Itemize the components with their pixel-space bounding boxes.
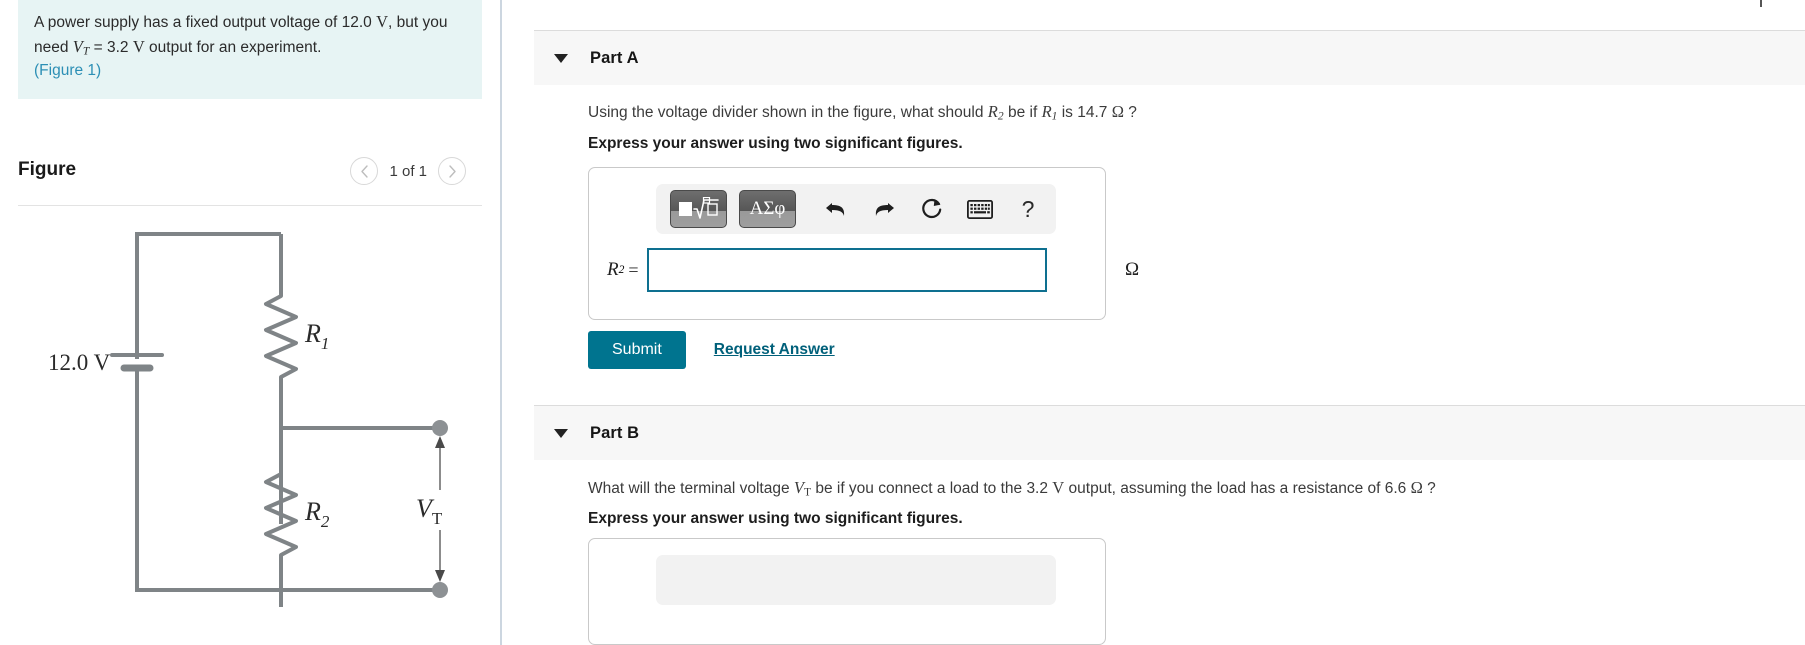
qa-text-4: ?: [1123, 104, 1137, 121]
part-a-header[interactable]: Part A: [534, 30, 1805, 85]
part-a-answer-card: ΑΣφ ? R 2 = Ω: [588, 167, 1139, 320]
problem-text-equals: = 3.2: [89, 38, 133, 56]
part-b-label: Part B: [590, 423, 640, 442]
caret-down-icon[interactable]: [554, 428, 568, 438]
answer-equals-sign: =: [628, 259, 639, 280]
figure-divider: [18, 205, 482, 206]
right-panel: Part A Using the voltage divider shown i…: [503, 0, 1805, 645]
figure-counter: 1 of 1: [389, 162, 427, 180]
circuit-r2-label: R2: [304, 497, 330, 531]
qa-text-3: is 14.7: [1057, 104, 1112, 121]
figure-header: Figure 1 of 1: [18, 155, 482, 195]
qb-text-2: be if you connect a load to the 3.2: [811, 480, 1053, 497]
part-b-instruction: Express your answer using two significan…: [588, 510, 963, 527]
qa-text-1: Using the voltage divider shown in the f…: [588, 104, 988, 121]
qb-var-vt-subscript: T: [803, 486, 812, 499]
figure-navigation: 1 of 1: [350, 157, 466, 185]
circuit-r1-label: R1: [304, 319, 329, 353]
part-b-question: What will the terminal voltage VT be if …: [588, 476, 1436, 501]
chevron-left-icon[interactable]: [350, 157, 379, 185]
left-panel: A power supply has a fixed output voltag…: [0, 0, 500, 645]
qa-text-2: be if: [1003, 104, 1042, 121]
qa-omega: Ω: [1111, 102, 1124, 121]
figure-link[interactable]: (Figure 1): [34, 62, 101, 79]
greek-symbols-button[interactable]: ΑΣφ: [739, 190, 796, 228]
part-b-answer-card: [588, 538, 1106, 645]
problem-text-before: A power supply has a fixed output voltag…: [34, 14, 377, 31]
qb-text-1: What will the terminal voltage: [588, 480, 794, 497]
redo-arrow-icon[interactable]: [864, 190, 904, 228]
problem-statement-text: A power supply has a fixed output voltag…: [34, 10, 468, 83]
part-a-answer-unit: Ω: [1125, 259, 1140, 280]
help-label: ?: [1021, 195, 1035, 222]
part-a-question: Using the voltage divider shown in the f…: [588, 100, 1137, 125]
answer-label-r2: R: [607, 259, 619, 280]
qb-text-3: output, assuming the load has a resistan…: [1064, 480, 1411, 497]
circuit-vt-label: VT: [416, 494, 443, 528]
qb-omega: Ω: [1410, 478, 1423, 497]
problem-var-vt: V: [72, 36, 83, 56]
part-a-instruction: Express your answer using two significan…: [588, 135, 963, 152]
qa-var-r1: R: [1041, 102, 1052, 121]
part-a-answer-input[interactable]: [646, 248, 1047, 292]
template-math-button[interactable]: [670, 190, 727, 228]
part-b-header[interactable]: Part B: [534, 405, 1805, 460]
text-cursor: [1760, 0, 1762, 7]
problem-statement-box: A power supply has a fixed output voltag…: [18, 0, 482, 100]
submit-button[interactable]: Submit: [588, 331, 686, 369]
problem-text-after: output for an experiment.: [144, 38, 322, 56]
part-a-answer-row: R2 =: [607, 248, 1047, 292]
part-a-label: Part A: [590, 48, 639, 67]
question-mark-icon[interactable]: ?: [1008, 190, 1048, 228]
problem-unit-volt-1: V: [376, 12, 389, 31]
qb-text-4: ?: [1422, 480, 1436, 497]
qb-var-vt: V: [793, 478, 804, 497]
circuit-diagram: 12.0 V R1 R2 VT: [0, 212, 500, 642]
request-answer-link[interactable]: Request Answer: [714, 341, 835, 359]
reset-circular-arrow-icon[interactable]: [912, 190, 952, 228]
circuit-source-label: 12.0 V: [48, 350, 111, 375]
undo-arrow-icon[interactable]: [816, 190, 856, 228]
caret-down-icon[interactable]: [554, 53, 568, 63]
figure-title: Figure: [18, 159, 77, 180]
math-toolbar: ΑΣφ ?: [656, 184, 1056, 234]
problem-unit-volt-2: V: [132, 36, 145, 56]
qa-var-r2: R: [987, 102, 998, 121]
problem-page: A power supply has a fixed output voltag…: [0, 0, 1805, 645]
qb-unit-volt: V: [1052, 478, 1065, 497]
part-b-math-toolbar: [656, 555, 1056, 605]
keyboard-icon[interactable]: [960, 190, 1000, 228]
part-a-actions: Submit Request Answer: [588, 331, 835, 369]
answer-label-r2-subscript: 2: [618, 264, 625, 276]
panel-divider: [500, 0, 502, 645]
chevron-right-icon[interactable]: [438, 157, 466, 185]
